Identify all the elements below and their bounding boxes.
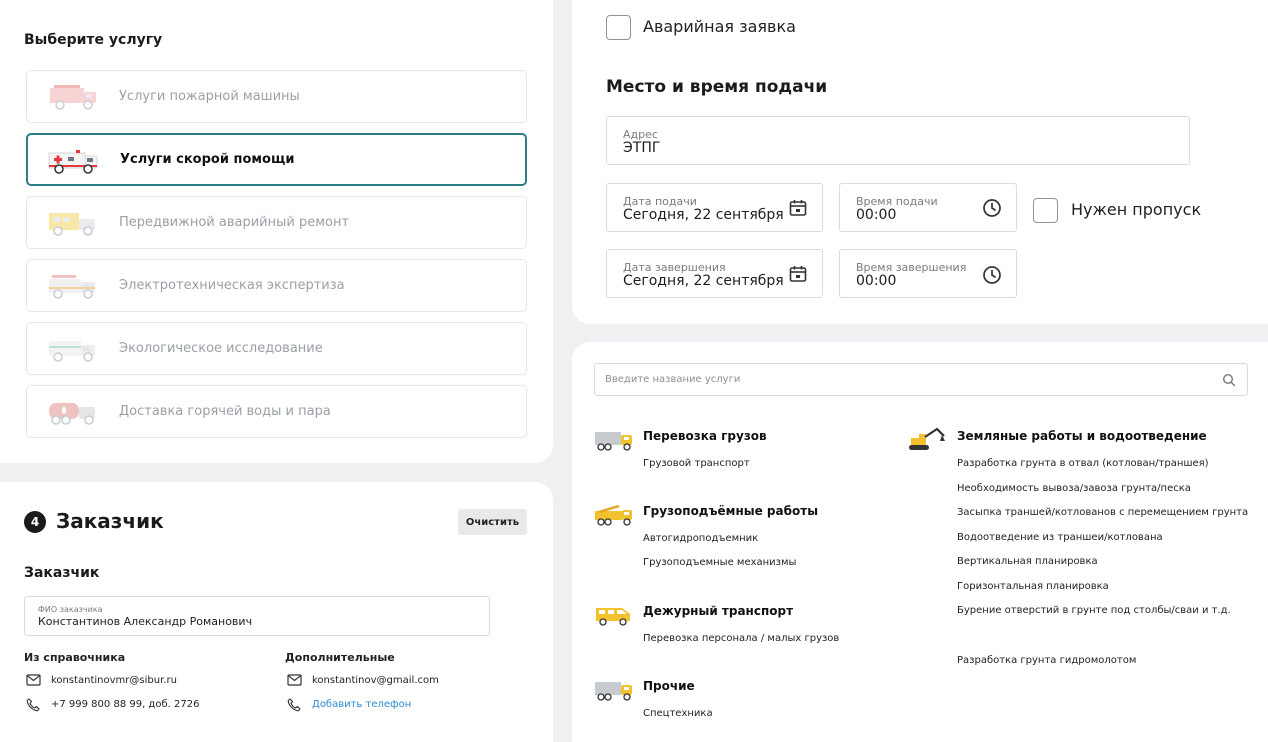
start-date-field[interactable]: Дата подачи Сегодня, 22 сентября bbox=[606, 183, 823, 232]
end-time-value: 00:00 bbox=[856, 273, 897, 289]
end-date-field[interactable]: Дата завершения Сегодня, 22 сентября bbox=[606, 249, 823, 298]
service-label: Экологическое исследование bbox=[119, 341, 323, 356]
customer-name-value: Константинов Александр Романович bbox=[38, 615, 253, 628]
service-label: Передвижной аварийный ремонт bbox=[119, 215, 350, 230]
customer-name-caption: ФИО заказчика bbox=[38, 605, 103, 614]
repair-van-icon bbox=[49, 213, 95, 236]
service-repair-van[interactable]: Передвижной аварийный ремонт bbox=[26, 196, 527, 249]
start-time-field[interactable]: Время подачи 00:00 bbox=[839, 183, 1017, 232]
service-hot-water[interactable]: Доставка горячей воды и пара bbox=[26, 385, 527, 438]
electrical-van-icon bbox=[49, 275, 95, 299]
search-icon[interactable] bbox=[1222, 373, 1236, 387]
mail-icon bbox=[26, 674, 41, 686]
fire-truck-icon bbox=[50, 85, 96, 110]
service-label: Электротехническая экспертиза bbox=[119, 278, 345, 293]
services-title: Выберите услугу bbox=[24, 32, 163, 48]
category-item[interactable]: Вертикальная планировка bbox=[957, 556, 1098, 567]
service-fire-truck[interactable]: Услуги пожарной машины bbox=[26, 70, 527, 123]
address-value: ЭТПГ bbox=[623, 140, 661, 156]
category-lifting-title[interactable]: Грузоподъёмные работы bbox=[643, 504, 818, 518]
service-ecology[interactable]: Экологическое исследование bbox=[26, 322, 527, 375]
start-date-value: Сегодня, 22 сентября bbox=[623, 207, 784, 223]
phone-icon bbox=[287, 698, 301, 712]
category-item[interactable]: Грузоподъемные механизмы bbox=[643, 557, 796, 568]
ecology-van-icon bbox=[49, 341, 95, 362]
step-badge: 4 bbox=[24, 511, 46, 533]
truck-icon bbox=[595, 432, 632, 451]
directory-title: Из справочника bbox=[24, 651, 126, 664]
phone-icon bbox=[26, 698, 40, 712]
extra-title: Дополнительные bbox=[285, 651, 395, 664]
add-phone-link[interactable]: Добавить телефон bbox=[312, 699, 411, 710]
customer-name-field[interactable]: ФИО заказчика Константинов Александр Ром… bbox=[24, 596, 490, 636]
category-item[interactable]: Горизонтальная планировка bbox=[957, 581, 1109, 592]
ambulance-icon bbox=[48, 150, 98, 174]
start-time-value: 00:00 bbox=[856, 207, 897, 223]
service-ambulance[interactable]: Услуги скорой помощи bbox=[26, 133, 527, 186]
end-date-value: Сегодня, 22 сентября bbox=[623, 273, 784, 289]
category-item[interactable]: Бурение отверстий в грунте под столбы/св… bbox=[957, 605, 1231, 616]
service-label: Доставка горячей воды и пара bbox=[119, 404, 331, 419]
service-search-input[interactable]: Введите название услуги bbox=[594, 363, 1248, 396]
step-number: 4 bbox=[30, 515, 40, 529]
truck-icon bbox=[595, 682, 632, 701]
search-placeholder: Введите название услуги bbox=[605, 374, 741, 385]
extra-email: konstantinov@gmail.com bbox=[312, 675, 439, 686]
crane-truck-icon bbox=[595, 505, 632, 526]
category-cargo-title[interactable]: Перевозка грузов bbox=[643, 429, 767, 443]
calendar-icon[interactable] bbox=[788, 264, 808, 284]
clock-icon[interactable] bbox=[982, 265, 1002, 285]
category-item[interactable]: Перевозка персонала / малых грузов bbox=[643, 633, 839, 644]
category-item[interactable]: Засыпка траншей/котлованов с перемещение… bbox=[957, 507, 1248, 518]
pass-checkbox[interactable] bbox=[1033, 198, 1058, 223]
mail-icon bbox=[287, 674, 302, 686]
category-earthworks-title[interactable]: Земляные работы и водоотведение bbox=[957, 429, 1207, 443]
clock-icon[interactable] bbox=[982, 198, 1002, 218]
category-item[interactable]: Водоотведение из траншеи/котлована bbox=[957, 532, 1163, 543]
category-other-title[interactable]: Прочие bbox=[643, 679, 695, 693]
directory-email: konstantinovmr@sibur.ru bbox=[51, 675, 177, 686]
directory-phone: +7 999 800 88 99, доб. 2726 bbox=[51, 699, 200, 710]
service-label: Услуги скорой помощи bbox=[120, 152, 295, 167]
service-electrical[interactable]: Электротехническая экспертиза bbox=[26, 259, 527, 312]
category-item[interactable]: Необходимость вывоза/завоза грунта/песка bbox=[957, 483, 1191, 494]
emergency-checkbox[interactable] bbox=[606, 15, 631, 40]
emergency-label: Аварийная заявка bbox=[643, 17, 796, 36]
place-heading: Место и время подачи bbox=[606, 77, 828, 97]
category-item[interactable]: Разработка грунта гидромолотом bbox=[957, 655, 1136, 666]
service-label: Услуги пожарной машины bbox=[119, 89, 300, 104]
category-item[interactable]: Автогидроподъемник bbox=[643, 533, 758, 544]
water-truck-icon bbox=[49, 403, 95, 425]
calendar-icon[interactable] bbox=[788, 198, 808, 218]
category-duty-title[interactable]: Дежурный транспорт bbox=[643, 604, 793, 618]
customer-heading: Заказчик bbox=[56, 509, 164, 533]
category-item[interactable]: Грузовой транспорт bbox=[643, 458, 750, 469]
address-field[interactable]: Адрес ЭТПГ bbox=[606, 116, 1190, 165]
excavator-icon bbox=[909, 427, 945, 450]
end-time-field[interactable]: Время завершения 00:00 bbox=[839, 249, 1017, 298]
customer-subheading: Заказчик bbox=[24, 565, 100, 581]
clear-button[interactable]: Очистить bbox=[458, 509, 527, 535]
van-icon bbox=[596, 608, 630, 626]
category-item[interactable]: Спецтехника bbox=[643, 708, 713, 719]
category-item[interactable]: Разработка грунта в отвал (котлован/тран… bbox=[957, 458, 1209, 469]
pass-label: Нужен пропуск bbox=[1071, 200, 1202, 219]
